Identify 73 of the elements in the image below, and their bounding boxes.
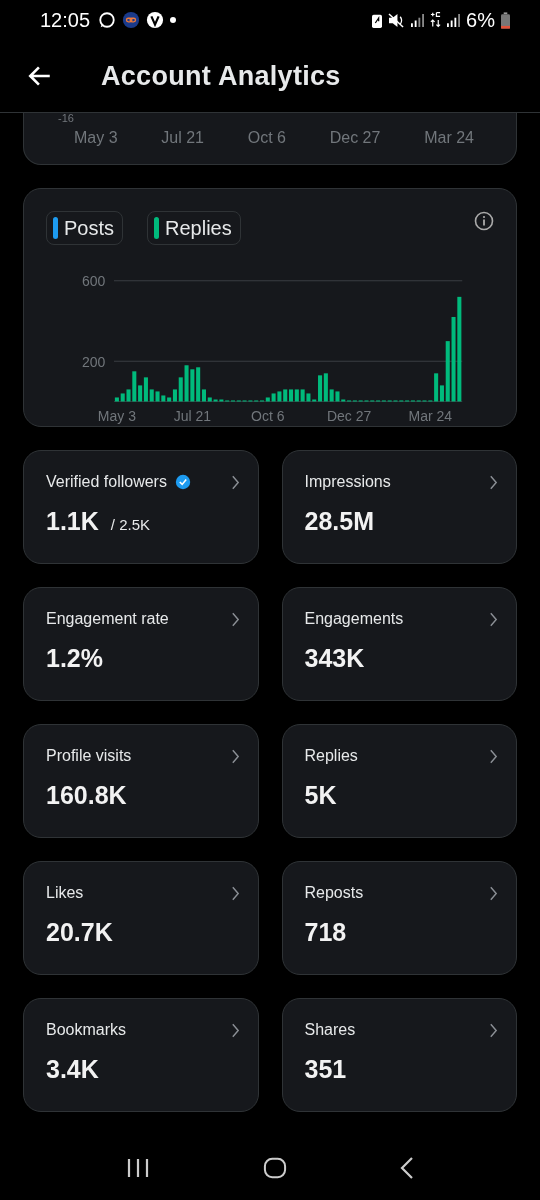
battery-level: 6% bbox=[466, 8, 495, 32]
chevron-right-icon bbox=[230, 885, 240, 901]
metric-value: 343K bbox=[304, 644, 365, 673]
signal-icon bbox=[447, 13, 461, 27]
metric-card[interactable]: Replies 5K bbox=[281, 724, 517, 838]
metric-label: Engagements bbox=[304, 610, 404, 628]
legend-chip[interactable]: Replies bbox=[147, 211, 241, 245]
axis-label: Mar 24 bbox=[408, 407, 453, 424]
metric-label: Bookmarks bbox=[46, 1021, 127, 1039]
metric-value: 718 bbox=[304, 918, 347, 947]
info-icon[interactable] bbox=[474, 211, 494, 231]
axis-label: -16 bbox=[57, 113, 75, 123]
link-icon bbox=[122, 11, 141, 29]
home-icon[interactable] bbox=[263, 1157, 287, 1179]
axis-label: Dec 27 bbox=[329, 129, 381, 147]
metric-card[interactable]: Impressions 28.5M bbox=[281, 450, 517, 564]
chevron-right-icon bbox=[489, 611, 498, 627]
metric-value: 20.7K bbox=[46, 918, 113, 947]
metric-value: 3.4K bbox=[46, 1055, 99, 1084]
metric-card[interactable]: Bookmarks 3.4K bbox=[23, 998, 259, 1112]
chat-bubble-icon bbox=[98, 11, 117, 29]
chevron-right-icon bbox=[489, 885, 498, 901]
metric-card[interactable]: Shares 351 bbox=[281, 998, 517, 1112]
axis-label: 200 bbox=[81, 353, 106, 370]
axis-label: 600 bbox=[81, 273, 106, 289]
metric-card[interactable]: Verified followers 1.1K / 2.5K bbox=[23, 450, 259, 564]
metric-label: Likes bbox=[46, 884, 84, 902]
legend-chip[interactable]: Posts bbox=[46, 211, 124, 245]
axis-label: Mar 24 bbox=[424, 129, 474, 147]
page-title: Account Analytics bbox=[101, 60, 341, 92]
metric-card[interactable]: Engagement rate 1.2% bbox=[23, 587, 259, 701]
metric-card[interactable]: Engagements 343K bbox=[281, 587, 517, 701]
mute-icon bbox=[388, 12, 406, 28]
metric-total: / 2.5K bbox=[110, 516, 150, 533]
chevron-right-icon bbox=[489, 748, 498, 764]
signal-icon bbox=[411, 13, 425, 27]
chevron-right-icon bbox=[230, 611, 240, 627]
metric-value: 351 bbox=[304, 1055, 347, 1084]
metric-value: 5K bbox=[304, 781, 337, 810]
metric-value: 160.8K bbox=[46, 781, 127, 810]
recent-apps-icon[interactable] bbox=[126, 1157, 151, 1179]
v-badge-icon bbox=[146, 11, 165, 29]
dot-icon bbox=[170, 17, 177, 23]
chevron-right-icon bbox=[489, 1022, 498, 1038]
metric-label: Reposts bbox=[304, 884, 364, 902]
metric-value: 1.1K bbox=[46, 507, 99, 536]
chevron-right-icon bbox=[230, 748, 240, 764]
metric-label: Verified followers bbox=[46, 473, 167, 491]
metric-label: Shares bbox=[304, 1021, 356, 1039]
battery-saver-icon bbox=[372, 12, 383, 28]
metric-label: Replies bbox=[304, 747, 358, 765]
axis-label: Oct 6 bbox=[251, 407, 285, 424]
chevron-right-icon bbox=[230, 1022, 240, 1038]
back-icon[interactable] bbox=[399, 1156, 414, 1180]
metric-value: 1.2% bbox=[46, 644, 103, 673]
axis-label: Jul 21 bbox=[173, 407, 212, 424]
axis-label: Oct 6 bbox=[247, 129, 286, 147]
axis-label: Jul 21 bbox=[161, 129, 204, 147]
metric-label: Profile visits bbox=[46, 747, 132, 765]
axis-label: May 3 bbox=[97, 407, 136, 424]
metric-card[interactable]: Likes 20.7K bbox=[23, 861, 259, 975]
metric-label: Impressions bbox=[304, 473, 391, 491]
mobile-data-icon bbox=[430, 12, 442, 28]
chevron-right-icon bbox=[489, 474, 498, 490]
battery-icon bbox=[501, 11, 510, 29]
axis-label: Dec 27 bbox=[326, 407, 372, 424]
status-time: 12:05 bbox=[40, 8, 91, 32]
metric-card[interactable]: Reposts 718 bbox=[281, 861, 517, 975]
chevron-right-icon bbox=[230, 474, 240, 490]
metric-label: Engagement rate bbox=[46, 610, 169, 628]
axis-label: May 3 bbox=[74, 129, 118, 147]
metric-card[interactable]: Profile visits 160.8K bbox=[23, 724, 259, 838]
metric-value: 28.5M bbox=[304, 507, 374, 536]
